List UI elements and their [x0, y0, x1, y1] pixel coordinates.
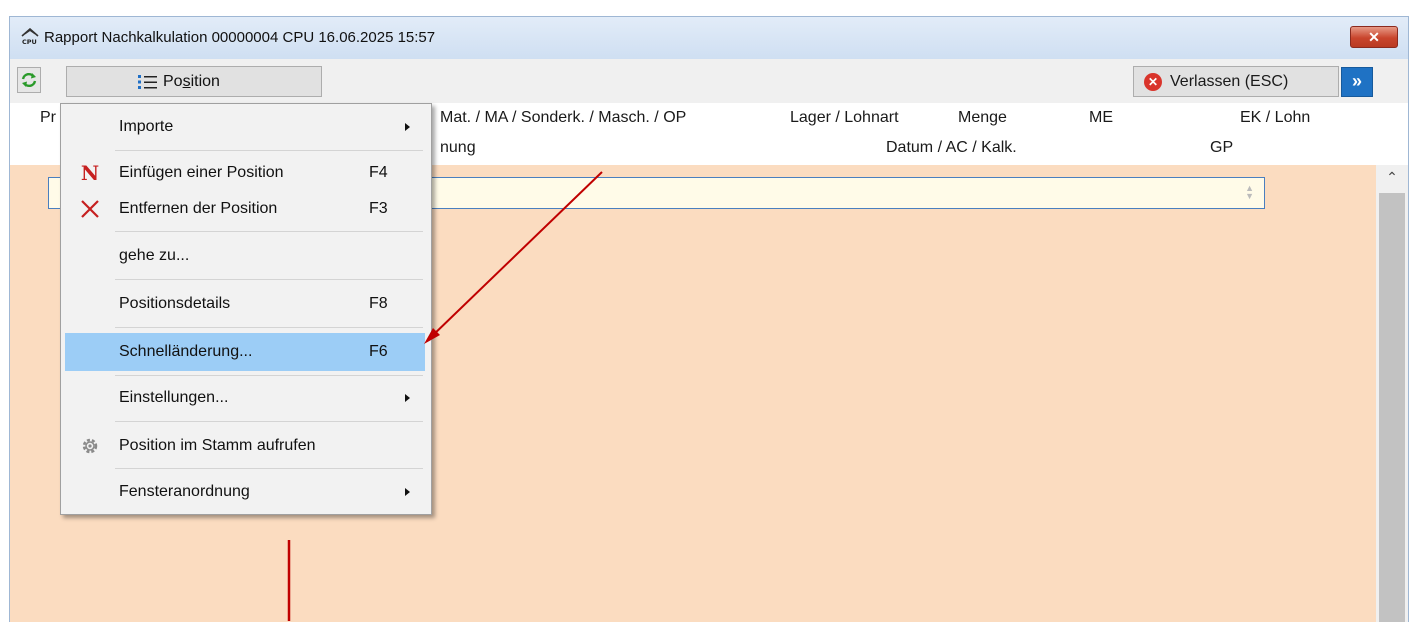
list-icon [138, 75, 157, 89]
position-context-menu: Importe N Einfügen einer Position F4 Ent… [60, 103, 432, 515]
menu-item-einfuegen[interactable]: N Einfügen einer Position F4 [65, 154, 425, 192]
position-menu-button[interactable]: Position [66, 66, 322, 97]
menu-item-label: Importe [119, 118, 174, 135]
menu-item-shortcut: F6 [369, 343, 388, 360]
new-n-icon: N [80, 161, 100, 185]
exit-button-label: Verlassen (ESC) [1170, 73, 1289, 90]
header-col-me: ME [1089, 109, 1113, 126]
gear-icon [82, 438, 98, 454]
submenu-arrow-icon [405, 123, 410, 131]
forward-button[interactable]: » [1341, 67, 1373, 97]
header-col-ek: EK / Lohn [1240, 109, 1311, 126]
header-col-menge: Menge [958, 109, 1007, 126]
vertical-scrollbar[interactable]: ⌃ [1376, 165, 1408, 622]
scroll-up-icon[interactable]: ⌃ [1376, 169, 1408, 186]
spin-arrows-icon[interactable]: ▲ ▼ [1245, 184, 1254, 201]
menu-item-label: gehe zu... [119, 247, 190, 264]
menu-separator [115, 279, 423, 280]
header-col-datum: Datum / AC / Kalk. [886, 139, 1017, 156]
refresh-icon [21, 72, 37, 88]
menu-item-einstellungen[interactable]: Einstellungen... [65, 379, 425, 417]
submenu-arrow-icon [405, 394, 410, 402]
menu-item-shortcut: F8 [369, 295, 388, 312]
refresh-button[interactable] [17, 67, 41, 93]
menu-item-label: Fensteranordnung [119, 483, 250, 500]
menu-item-importe[interactable]: Importe [65, 108, 425, 146]
delete-x-icon [81, 200, 99, 218]
menu-item-gehe-zu[interactable]: gehe zu... [65, 237, 425, 275]
menu-item-label: Position im Stamm aufrufen [119, 437, 316, 454]
header-col-lager: Lager / Lohnart [790, 109, 899, 126]
menu-separator [115, 327, 423, 328]
menu-item-label: Positionsdetails [119, 295, 231, 312]
menu-separator [115, 421, 423, 422]
close-button[interactable]: ✕ [1350, 26, 1398, 48]
menu-item-stamm-aufrufen[interactable]: Position im Stamm aufrufen [65, 427, 425, 465]
menu-item-label: Einfügen einer Position [119, 164, 284, 181]
submenu-arrow-icon [405, 488, 410, 496]
toolbar: Position ✕ Verlassen (ESC) » [10, 63, 1408, 99]
menu-separator [115, 231, 423, 232]
menu-item-label: Entfernen der Position [119, 200, 278, 217]
menu-item-shortcut: F4 [369, 164, 388, 181]
menu-item-shortcut: F3 [369, 200, 388, 217]
menu-item-schnellaenderung[interactable]: Schnelländerung... F6 [65, 333, 425, 371]
menu-item-fensteranordnung[interactable]: Fensteranordnung [65, 473, 425, 511]
header-col-bezeichnung: nung [440, 139, 476, 156]
menu-separator [115, 468, 423, 469]
menu-separator [115, 375, 423, 376]
menu-item-label: Einstellungen... [119, 389, 229, 406]
exit-icon: ✕ [1144, 73, 1162, 91]
app-logo-icon: CPU [21, 28, 39, 45]
header-col-gp: GP [1210, 139, 1234, 156]
menu-separator [115, 150, 423, 151]
menu-item-positionsdetails[interactable]: Positionsdetails F8 [65, 285, 425, 323]
svg-text:CPU: CPU [22, 38, 37, 45]
position-menu-label: Position [163, 73, 220, 90]
menu-item-label: Schnelländerung... [119, 343, 253, 360]
title-bar: CPU Rapport Nachkalkulation 00000004 CPU… [10, 17, 1408, 59]
window-title: Rapport Nachkalkulation 00000004 CPU 16.… [44, 29, 436, 46]
header-col-material: Mat. / MA / Sonderk. / Masch. / OP [440, 109, 687, 126]
header-col-pr: Pr [40, 109, 56, 126]
menu-item-entfernen[interactable]: Entfernen der Position F3 [65, 190, 425, 228]
scroll-thumb[interactable] [1379, 193, 1405, 622]
exit-button[interactable]: ✕ Verlassen (ESC) [1133, 66, 1339, 97]
